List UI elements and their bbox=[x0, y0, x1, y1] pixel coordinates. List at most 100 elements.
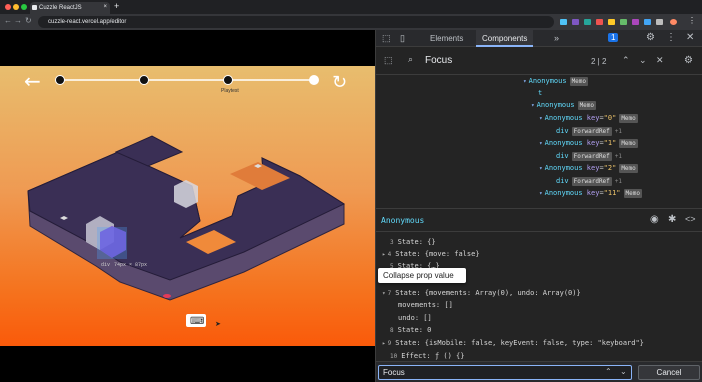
find-input[interactable]: Focus bbox=[378, 365, 632, 380]
state-text: Effect: ƒ () {} bbox=[401, 352, 465, 360]
issues-badge[interactable]: 1 bbox=[608, 33, 619, 42]
extension-icon[interactable] bbox=[608, 19, 615, 25]
state-text: State: {movements: Array(0), undo: Array… bbox=[395, 289, 581, 297]
state-text: State: {move: false} bbox=[395, 250, 480, 258]
close-window-icon[interactable] bbox=[5, 4, 11, 10]
state-row[interactable]: 3 State: {} bbox=[390, 236, 436, 248]
chevron-right-icon[interactable]: ▸ bbox=[382, 340, 386, 347]
minimize-window-icon[interactable] bbox=[13, 4, 19, 10]
tree-row[interactable]: ▾ Anonymous Memo bbox=[523, 76, 589, 87]
props-panel: 3 State: {} ▸ 4 State: {move: false} 5 State… bbox=[376, 233, 702, 361]
state-row[interactable]: ▸ 4 State: {move: false} bbox=[382, 248, 480, 260]
extension-icon[interactable] bbox=[620, 19, 627, 25]
tree-row[interactable]: ▾ Anonymous key="2" Memo bbox=[539, 163, 638, 174]
tree-node-name: Anonymous bbox=[528, 77, 567, 85]
search-result-count: 2 | 2 bbox=[591, 57, 607, 66]
tab-close-icon[interactable]: × bbox=[103, 4, 107, 10]
hoc-count: +1 bbox=[614, 178, 623, 185]
chevron-down-icon[interactable]: ▾ bbox=[382, 290, 386, 297]
extension-icon[interactable] bbox=[632, 19, 639, 25]
tree-node-key: key bbox=[586, 114, 600, 122]
close-devtools-icon[interactable]: ✕ bbox=[686, 32, 694, 43]
state-row[interactable]: 8 State: 0 bbox=[390, 324, 431, 336]
tree-row[interactable]: t bbox=[538, 88, 542, 99]
memo-badge: Memo bbox=[619, 114, 638, 123]
extension-icon[interactable] bbox=[584, 19, 591, 25]
tree-node-name: Anonymous bbox=[544, 164, 583, 172]
reload-button[interactable]: ↻ bbox=[25, 16, 32, 25]
new-tab-button[interactable]: + bbox=[114, 1, 119, 11]
chevron-down-icon[interactable]: ▾ bbox=[539, 190, 543, 197]
view-source-icon[interactable]: <> bbox=[685, 214, 696, 224]
settings-gear-icon[interactable]: ⚙ bbox=[646, 32, 655, 43]
bug-icon[interactable]: ✱ bbox=[668, 214, 676, 225]
tree-row[interactable]: ▾ Anonymous Memo bbox=[531, 100, 597, 111]
browser-tab-strip: Cuzzle ReactJS × + bbox=[0, 0, 702, 14]
forward-nav-button[interactable]: → bbox=[14, 16, 22, 25]
mouse-cursor-icon: ➤ bbox=[215, 321, 221, 328]
state-row[interactable]: movements: [] bbox=[398, 299, 453, 311]
chevron-down-icon[interactable]: ▾ bbox=[531, 102, 535, 109]
component-tree: ▾ Anonymous Memo t ▾ Anonymous Memo ▾ Anonymo… bbox=[376, 76, 702, 208]
tab-elements[interactable]: Elements bbox=[424, 30, 469, 47]
devtools-tab-bar: ⬚ ▯ Elements Components » 1 ⚙ ⋮ ✕ bbox=[376, 30, 702, 47]
maximize-window-icon[interactable] bbox=[21, 4, 27, 10]
extension-icon[interactable] bbox=[560, 19, 567, 25]
forwardref-badge: ForwardRef bbox=[571, 177, 612, 186]
inspect-size-label: 74px × 87px bbox=[114, 262, 147, 268]
inspect-element-icon[interactable]: ⬚ bbox=[382, 33, 391, 44]
chevron-down-icon[interactable]: ▾ bbox=[523, 78, 527, 85]
menu-dots-icon[interactable]: ⋮ bbox=[688, 16, 696, 25]
tree-node-key-value: "11" bbox=[603, 189, 621, 197]
clear-search-icon[interactable]: ✕ bbox=[656, 55, 664, 66]
game-reload-icon[interactable]: ↻ bbox=[332, 72, 347, 93]
tree-row[interactable]: ▾ Anonymous key="1" Memo bbox=[539, 138, 638, 149]
level-top bbox=[27, 151, 346, 281]
chevron-down-icon[interactable]: ▾ bbox=[539, 115, 543, 122]
more-tabs-icon[interactable]: » bbox=[554, 33, 559, 43]
tree-row[interactable]: div ForwardRef +1 bbox=[556, 151, 622, 162]
puzzle-icon[interactable] bbox=[656, 19, 663, 25]
find-next-icon[interactable]: ⌄ bbox=[620, 367, 627, 376]
state-text: State: 0 bbox=[397, 326, 432, 334]
tree-row[interactable]: div ForwardRef +1 bbox=[556, 126, 622, 137]
tree-node-key-value: "0" bbox=[603, 114, 617, 122]
search-input[interactable]: Focus bbox=[425, 55, 452, 66]
next-result-icon[interactable]: ⌄ bbox=[639, 55, 647, 66]
tree-node-name: Anonymous bbox=[544, 189, 583, 197]
profile-avatar[interactable] bbox=[670, 19, 677, 25]
hook-index: 10 bbox=[390, 353, 398, 360]
eye-icon[interactable]: ◉ bbox=[650, 214, 659, 225]
state-row[interactable]: ▾ 7 State: {movements: Array(0), undo: Arr… bbox=[382, 287, 581, 299]
glass-cube[interactable] bbox=[174, 180, 198, 208]
chevron-down-icon[interactable]: ▾ bbox=[539, 140, 543, 147]
browser-tab[interactable]: Cuzzle ReactJS × bbox=[30, 2, 110, 14]
state-row[interactable]: ▸ 9 State: {isMobile: false, keyEvent: fal… bbox=[382, 337, 644, 349]
extension-icon[interactable] bbox=[572, 19, 579, 25]
progress-step[interactable] bbox=[55, 75, 65, 85]
back-nav-button[interactable]: ← bbox=[4, 16, 12, 25]
select-component-icon[interactable]: ⬚ bbox=[384, 55, 393, 66]
cancel-button[interactable]: Cancel bbox=[638, 365, 700, 380]
progress-step[interactable] bbox=[139, 75, 149, 85]
tree-row[interactable]: ▾ Anonymous key="0" Memo bbox=[539, 113, 638, 124]
extension-icon[interactable] bbox=[644, 19, 651, 25]
find-prev-icon[interactable]: ⌃ bbox=[605, 367, 612, 376]
chevron-right-icon[interactable]: ▸ bbox=[382, 251, 386, 258]
chevron-down-icon[interactable]: ▾ bbox=[539, 165, 543, 172]
url-field[interactable]: cuzzle-react.vercel.app/editor bbox=[38, 16, 554, 28]
progress-step[interactable] bbox=[223, 75, 233, 85]
game-back-icon[interactable]: ← bbox=[24, 69, 41, 93]
extension-icon[interactable] bbox=[596, 19, 603, 25]
tree-row[interactable]: ▾ Anonymous key="11" Memo bbox=[539, 188, 642, 199]
tree-row[interactable]: div ForwardRef +1 bbox=[556, 176, 622, 187]
prev-result-icon[interactable]: ⌃ bbox=[622, 55, 630, 66]
kebab-menu-icon[interactable]: ⋮ bbox=[666, 32, 676, 43]
components-settings-icon[interactable]: ⚙ bbox=[684, 55, 693, 66]
tab-components[interactable]: Components bbox=[476, 30, 534, 47]
progress-step[interactable] bbox=[309, 75, 319, 85]
device-toolbar-icon[interactable]: ▯ bbox=[400, 33, 405, 44]
find-bar: Focus ⌃ ⌄ Cancel bbox=[376, 361, 702, 382]
state-row[interactable]: undo: [] bbox=[398, 312, 432, 324]
keyboard-icon[interactable]: ⌨ bbox=[190, 316, 204, 327]
